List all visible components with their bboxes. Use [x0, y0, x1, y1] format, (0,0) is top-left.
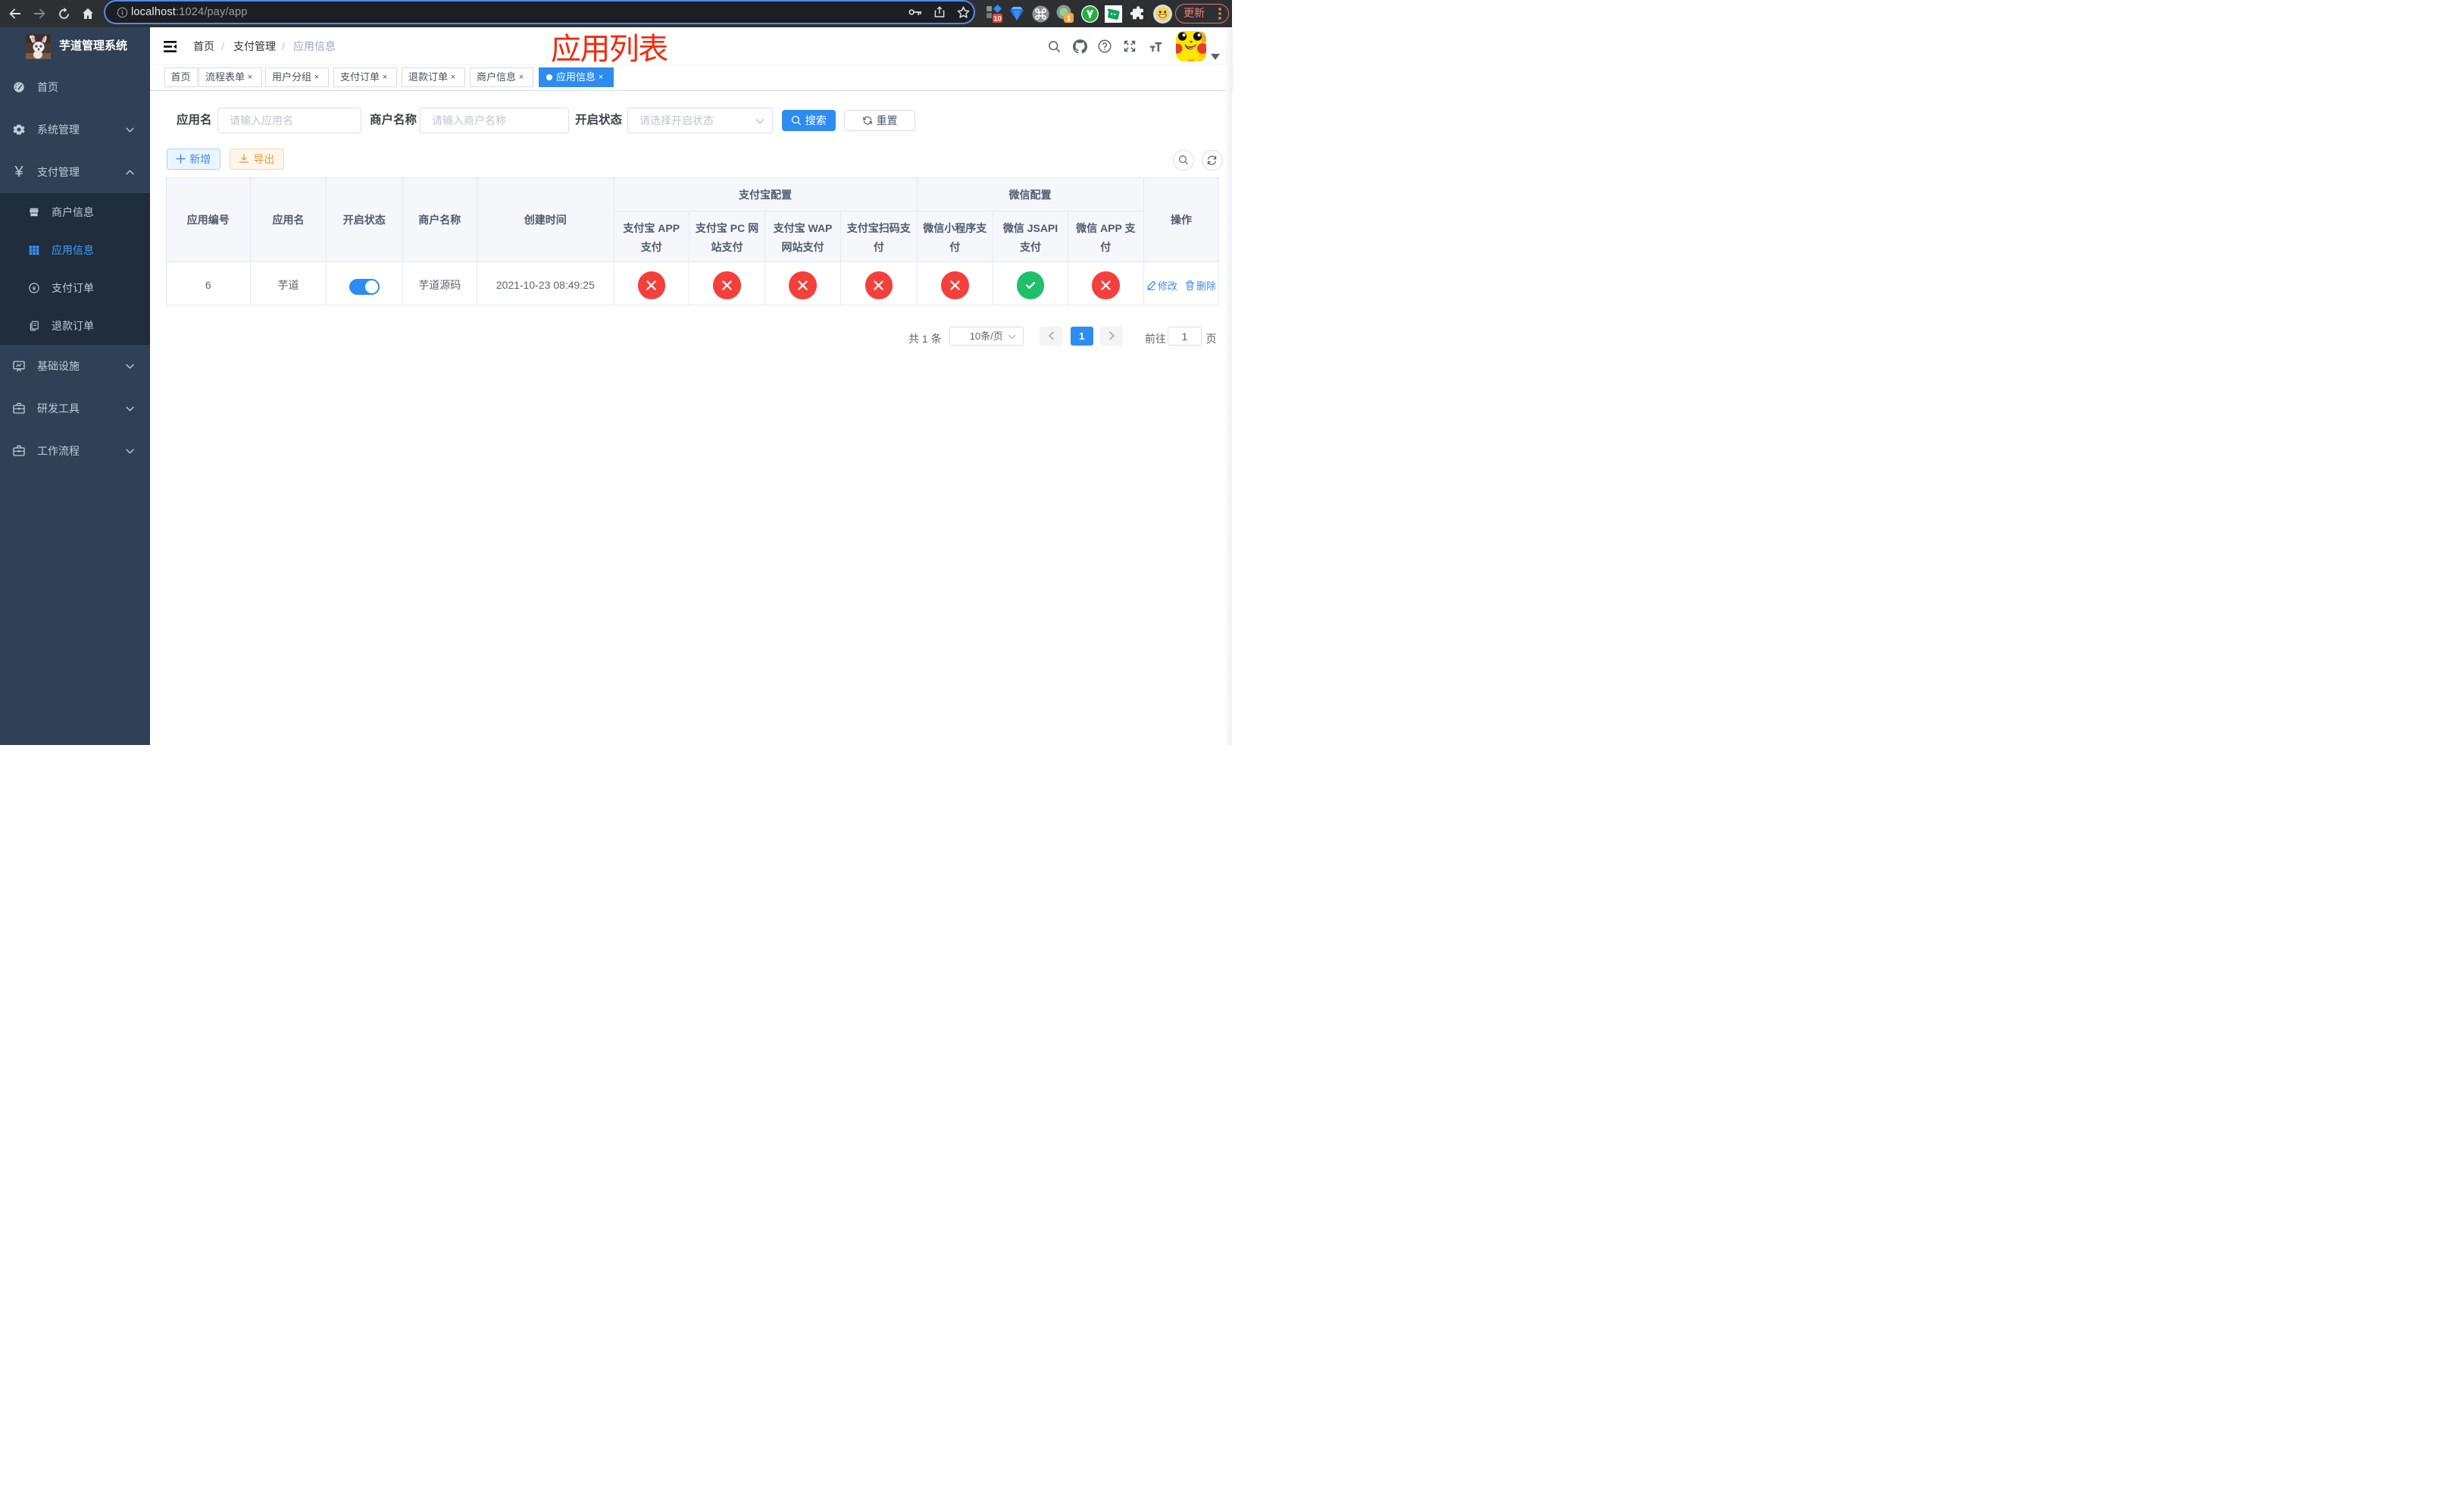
svg-text:1: 1: [1067, 14, 1071, 23]
svg-text:10: 10: [993, 15, 1002, 23]
svg-text:¥: ¥: [33, 285, 36, 292]
